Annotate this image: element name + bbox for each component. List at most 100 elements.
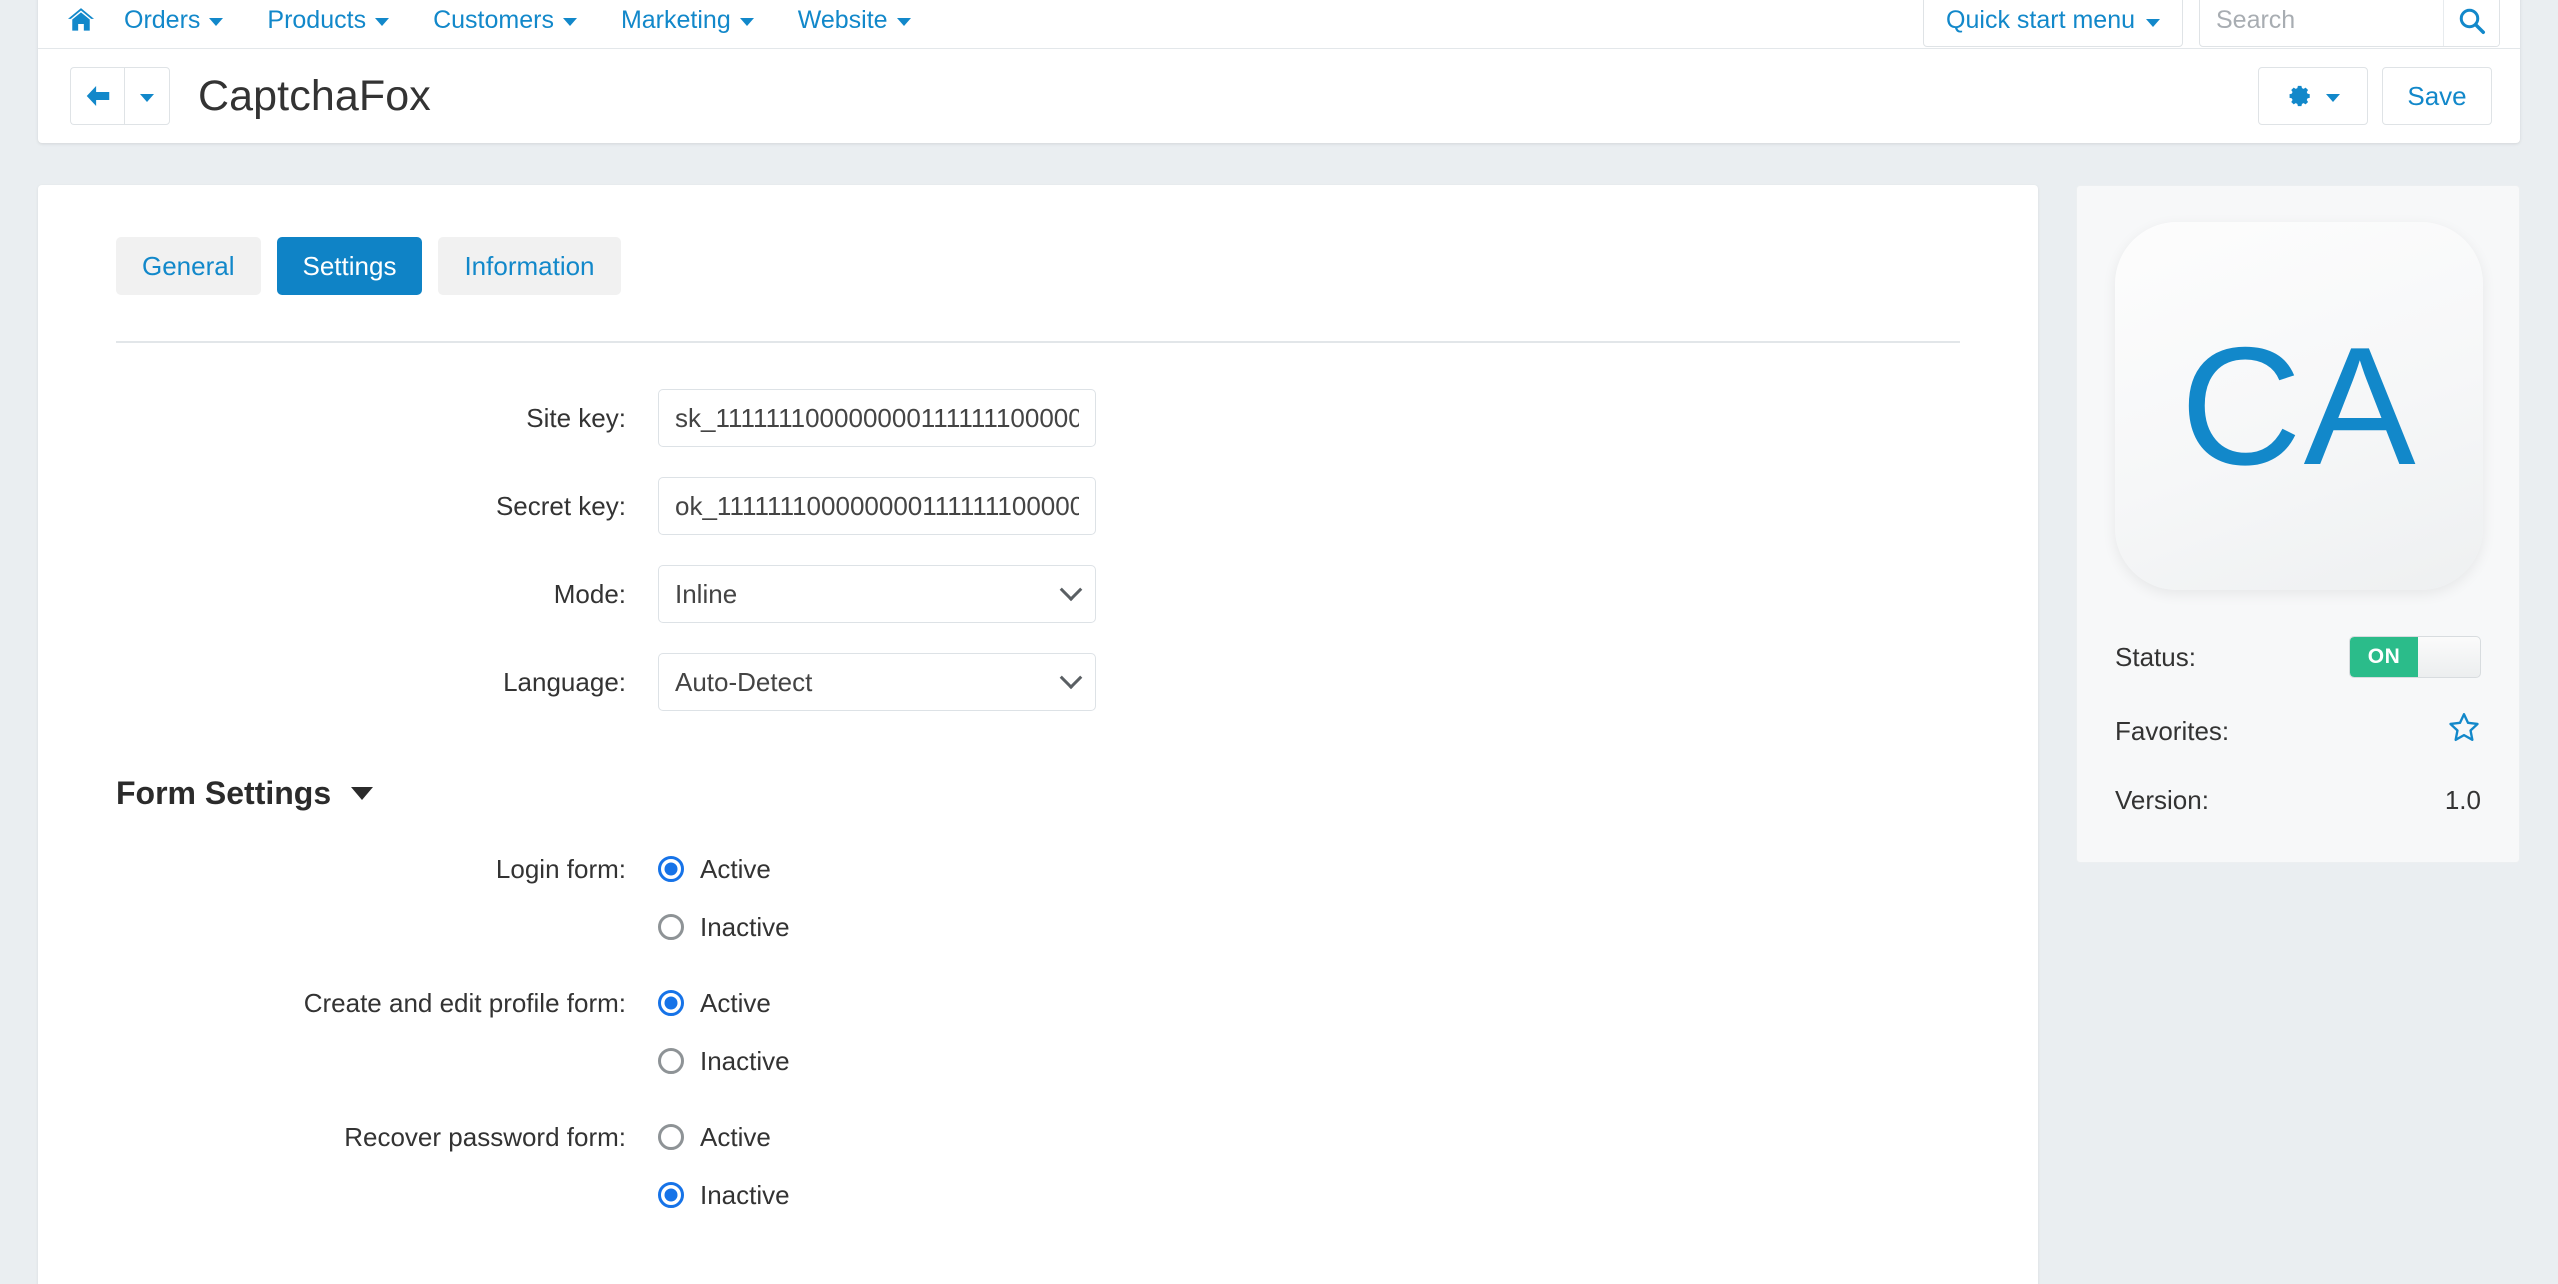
status-label: Status: <box>2115 641 2196 672</box>
quick-start-menu-button[interactable]: Quick start menu <box>1923 0 2183 47</box>
version-label: Version: <box>2115 785 2209 815</box>
page-header-actions: Save <box>2258 67 2492 125</box>
field-row-profile-form: Create and edit profile form: Active Ina… <box>38 980 2038 1084</box>
form-settings-section-header: Form Settings <box>38 741 2038 822</box>
recover-password-inactive-radio[interactable]: Inactive <box>658 1172 2038 1218</box>
nav-item-orders[interactable]: Orders <box>102 0 245 49</box>
mode-selected-value: Inline <box>675 578 738 609</box>
field-row-site-key: Site key: <box>38 389 2038 447</box>
mode-select[interactable]: Inline <box>658 565 1096 623</box>
page-title: CaptchaFox <box>198 71 431 120</box>
chevron-down-icon <box>209 18 224 26</box>
nav-item-label: Marketing <box>620 5 731 34</box>
radio-indicator <box>658 914 684 940</box>
status-row: Status: ON <box>2115 636 2481 678</box>
home-icon[interactable] <box>60 0 102 41</box>
page-header: CaptchaFox Save <box>38 49 2520 143</box>
favorites-label: Favorites: <box>2115 716 2230 746</box>
settings-dropdown-button[interactable] <box>2258 67 2368 125</box>
back-button[interactable] <box>70 67 124 125</box>
secret-key-label: Secret key: <box>495 491 626 521</box>
field-row-login-form: Login form: Active Inactive <box>38 846 2038 950</box>
app-icon-text: CA <box>2180 312 2418 500</box>
back-button-group <box>70 67 170 125</box>
field-row-mode: Mode: Inline <box>38 565 2038 623</box>
profile-form-radio-group: Active Inactive <box>658 980 2038 1084</box>
login-form-active-radio[interactable]: Active <box>658 846 2038 892</box>
login-form-radio-group: Active Inactive <box>658 846 2038 950</box>
profile-form-label: Create and edit profile form: <box>303 988 626 1018</box>
mode-control: Inline <box>658 565 2038 623</box>
save-button[interactable]: Save <box>2382 67 2492 125</box>
language-selected-value: Auto-Detect <box>675 666 813 697</box>
field-row-secret-key: Secret key: <box>38 477 2038 535</box>
chevron-down-icon <box>375 18 390 26</box>
form-settings-title: Form Settings <box>116 775 332 811</box>
main-navigation: Orders Products Customers Marketing Webs… <box>38 0 2520 49</box>
chevron-down-icon[interactable] <box>351 787 374 800</box>
page-content: General Settings Information Site key: S… <box>38 185 2520 1284</box>
nav-right-group: Quick start menu <box>1923 0 2500 49</box>
chevron-down-icon <box>2146 18 2160 27</box>
nav-item-label: Orders <box>124 5 201 34</box>
radio-indicator <box>658 856 684 882</box>
nav-item-label: Customers <box>433 5 554 34</box>
tab-general[interactable]: General <box>116 237 261 295</box>
recover-password-radio-group: Active Inactive <box>658 1114 2038 1218</box>
search-box <box>2199 0 2500 47</box>
recover-password-active-radio[interactable]: Active <box>658 1114 2038 1160</box>
radio-indicator <box>658 1124 684 1150</box>
chevron-down-icon <box>1059 666 1083 690</box>
arrow-left-icon <box>86 86 109 106</box>
radio-label: Active <box>700 853 771 884</box>
chevron-down-icon <box>562 18 577 26</box>
settings-card: General Settings Information Site key: S… <box>38 185 2038 1284</box>
profile-form-control: Active Inactive <box>658 980 2038 1084</box>
tab-information[interactable]: Information <box>438 237 621 295</box>
tab-settings[interactable]: Settings <box>276 237 423 295</box>
nav-item-customers[interactable]: Customers <box>411 0 599 49</box>
radio-indicator <box>658 1048 684 1074</box>
chevron-down-icon <box>140 94 154 102</box>
profile-form-inactive-radio[interactable]: Inactive <box>658 1038 2038 1084</box>
version-value: 1.0 <box>2444 785 2481 815</box>
language-select[interactable]: Auto-Detect <box>658 653 1096 711</box>
status-toggle[interactable]: ON <box>2349 636 2481 678</box>
favorites-row: Favorites: <box>2115 712 2481 751</box>
radio-label: Active <box>700 987 771 1018</box>
nav-item-label: Products <box>267 5 367 34</box>
nav-item-products[interactable]: Products <box>245 0 411 49</box>
app-icon: CA <box>2115 222 2483 590</box>
field-row-language: Language: Auto-Detect <box>38 653 2038 711</box>
mode-label: Mode: <box>553 579 626 609</box>
profile-form-active-radio[interactable]: Active <box>658 980 2038 1026</box>
search-icon[interactable] <box>2443 0 2499 46</box>
site-key-input[interactable] <box>658 389 1096 447</box>
login-form-control: Active Inactive <box>658 846 2038 950</box>
chevron-down-icon <box>1059 578 1083 602</box>
radio-label: Inactive <box>700 1179 790 1210</box>
radio-label: Inactive <box>700 1045 790 1076</box>
radio-label: Active <box>700 1121 771 1152</box>
site-key-label: Site key: <box>526 403 626 433</box>
search-input[interactable] <box>2200 0 2443 46</box>
nav-item-marketing[interactable]: Marketing <box>599 0 776 49</box>
site-key-control <box>658 389 2038 447</box>
chevron-down-icon <box>2326 94 2340 102</box>
back-dropdown-button[interactable] <box>124 67 170 125</box>
field-row-recover-password-form: Recover password form: Active Inactive <box>38 1114 2038 1218</box>
gear-icon <box>2289 85 2310 107</box>
app-root: Orders Products Customers Marketing Webs… <box>0 0 2558 1284</box>
nav-item-label: Website <box>797 5 888 34</box>
language-label: Language: <box>503 667 626 697</box>
star-outline-icon[interactable] <box>2447 712 2481 751</box>
radio-label: Inactive <box>700 911 790 942</box>
app-info-panel: CA Status: ON Favorites: Version: 1.0 <box>2076 185 2520 863</box>
top-shell: Orders Products Customers Marketing Webs… <box>38 0 2520 143</box>
chevron-down-icon <box>739 18 754 26</box>
radio-indicator <box>658 1182 684 1208</box>
secret-key-input[interactable] <box>658 477 1096 535</box>
nav-item-website[interactable]: Website <box>776 0 933 49</box>
chevron-down-icon <box>896 18 911 26</box>
login-form-inactive-radio[interactable]: Inactive <box>658 904 2038 950</box>
